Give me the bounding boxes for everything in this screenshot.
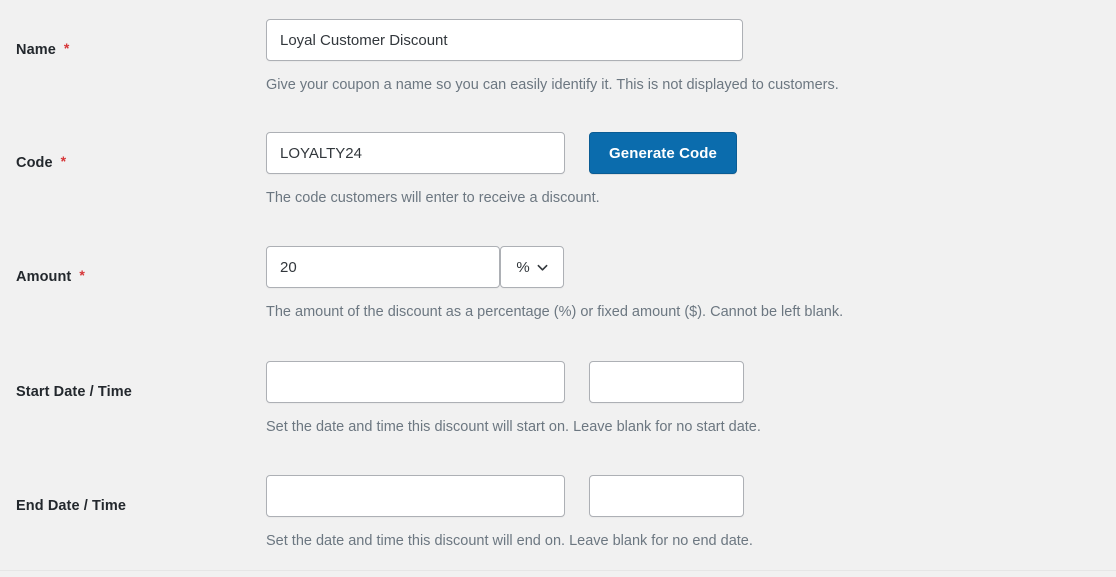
amount-unit-value: % xyxy=(516,258,530,276)
code-label: Code * xyxy=(16,153,256,171)
start-date-time-label-text: Start Date / Time xyxy=(16,384,132,400)
amount-input-group: % xyxy=(266,246,843,288)
code-description: The code customers will enter to receive… xyxy=(266,190,600,206)
end-time-input[interactable] xyxy=(589,475,744,517)
amount-unit-select[interactable]: % xyxy=(500,246,564,288)
coupon-settings-form: Name * Give your coupon a name so you can… xyxy=(0,0,1116,577)
code-required-marker: * xyxy=(60,153,67,169)
amount-label: Amount * xyxy=(16,267,256,285)
code-field-cell: Generate Code The code customers will en… xyxy=(266,132,737,209)
end-date-time-input-group xyxy=(266,475,753,517)
name-label: Name * xyxy=(16,40,256,58)
name-input[interactable] xyxy=(266,19,743,61)
amount-field-cell: % The amount of the discount as a percen… xyxy=(266,246,843,323)
name-description: Give your coupon a name so you can easil… xyxy=(266,77,839,93)
start-time-input[interactable] xyxy=(589,361,744,403)
amount-description: The amount of the discount as a percenta… xyxy=(266,304,844,320)
start-date-time-field-cell: Set the date and time this discount will… xyxy=(266,361,761,438)
start-date-time-label: Start Date / Time xyxy=(16,382,256,400)
start-date-input[interactable] xyxy=(266,361,565,403)
code-label-text: Code xyxy=(16,155,53,171)
amount-input[interactable] xyxy=(266,246,500,288)
end-date-time-field-cell: Set the date and time this discount will… xyxy=(266,475,753,552)
end-date-input[interactable] xyxy=(266,475,565,517)
end-date-time-label-text: End Date / Time xyxy=(16,498,127,514)
code-input-group: Generate Code xyxy=(266,132,737,174)
chevron-down-icon xyxy=(537,264,548,271)
code-input[interactable] xyxy=(266,132,565,174)
end-date-time-label: End Date / Time xyxy=(16,496,256,514)
form-bottom-divider xyxy=(0,570,1116,571)
amount-label-text: Amount xyxy=(16,269,72,285)
amount-required-marker: * xyxy=(79,267,85,283)
generate-code-button[interactable]: Generate Code xyxy=(589,132,737,174)
name-field-cell: Give your coupon a name so you can easil… xyxy=(266,19,839,96)
start-date-time-description: Set the date and time this discount will… xyxy=(266,419,761,435)
name-required-marker: * xyxy=(63,40,70,56)
name-label-text: Name xyxy=(16,42,56,58)
start-date-time-input-group xyxy=(266,361,761,403)
end-date-time-description: Set the date and time this discount will… xyxy=(266,533,753,549)
